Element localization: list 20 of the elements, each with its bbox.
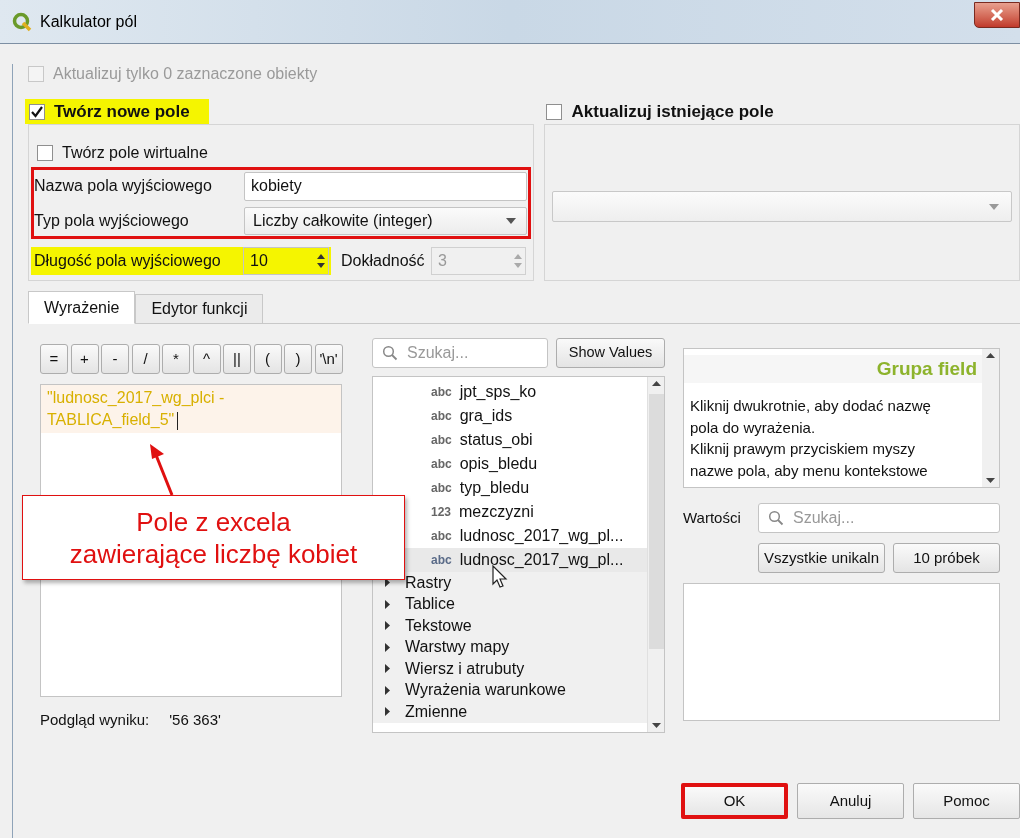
help-text: Kliknij prawym przyciskiem myszy bbox=[690, 439, 917, 459]
field-label: Typ pola wyjściowego bbox=[34, 210, 190, 231]
help-text: nazwe pola, aby menu kontekstowe bbox=[690, 460, 929, 481]
checkbox-label: Twórz nowe pole bbox=[54, 100, 190, 123]
help-text: pola do wyrażenia. bbox=[690, 417, 817, 438]
field-label: Długość pola wyjściowego bbox=[33, 251, 222, 271]
checkbox-label: Aktualizuj istniejące pole bbox=[571, 100, 774, 123]
callout-text: zawierające liczbę kobiet bbox=[69, 537, 358, 570]
preview-value: '56 363' bbox=[169, 710, 221, 729]
checkbox-label: Twórz pole wirtualne bbox=[62, 143, 208, 163]
preview-label: Podgląd wyniku: bbox=[40, 710, 150, 729]
field-label: Dokładność bbox=[341, 251, 426, 271]
field-label: Wartości bbox=[683, 507, 742, 528]
expression-text: "ludnosc_2017_wg_plci - TABLICA_field_5" bbox=[47, 388, 226, 431]
help-text: Kliknij dwukrotnie, aby dodać nazwę bbox=[690, 396, 932, 416]
window-title: Kalkulator pól bbox=[40, 11, 137, 32]
checkbox-label: Aktualizuj tylko 0 zaznaczone obiekty bbox=[53, 64, 318, 84]
help-title: Grupa field bbox=[684, 355, 982, 383]
field-label: Nazwa pola wyjściowego bbox=[34, 176, 213, 196]
callout-text: Pole z excela bbox=[136, 505, 291, 538]
